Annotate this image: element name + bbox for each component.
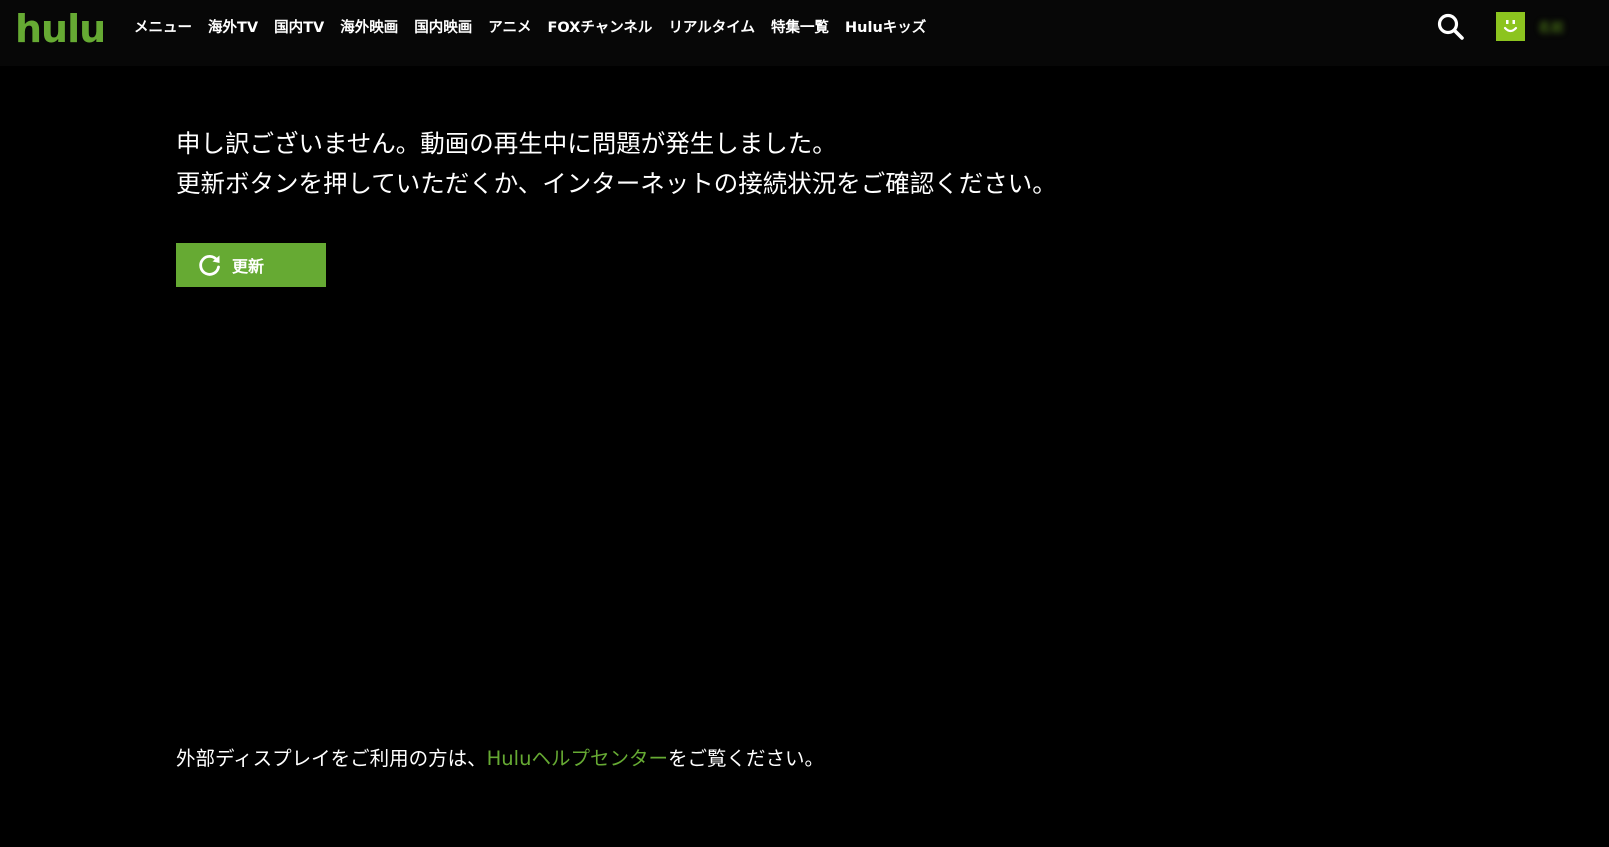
nav-item-features[interactable]: 特集一覧 — [771, 16, 829, 37]
main-nav: メニュー 海外TV 国内TV 海外映画 国内映画 アニメ FOXチャンネル リア… — [134, 0, 942, 52]
nav-item-menu[interactable]: メニュー — [134, 16, 192, 37]
nav-item-anime[interactable]: アニメ — [488, 16, 531, 37]
refresh-button-label: 更新 — [232, 257, 265, 276]
nav-item-hulu-kids[interactable]: Huluキッズ — [845, 16, 926, 37]
external-display-note: 外部ディスプレイをご利用の方は、Huluヘルプセンターをご覧ください。 — [176, 742, 824, 771]
top-header: hulu メニュー 海外TV 国内TV 海外映画 国内映画 アニメ FOXチャン… — [0, 0, 1609, 66]
search-icon[interactable] — [1436, 12, 1466, 42]
smiley-face-icon[interactable] — [1496, 12, 1525, 41]
error-message-line1: 申し訳ございません。動画の再生中に問題が発生しました。 — [176, 129, 837, 158]
error-message: 申し訳ございません。動画の再生中に問題が発生しました。 更新ボタンを押していただ… — [176, 124, 1057, 204]
nav-item-domestic-tv[interactable]: 国内TV — [274, 16, 324, 37]
hulu-logo[interactable]: hulu — [15, 6, 106, 52]
refresh-button[interactable]: 更新 — [176, 243, 326, 287]
username[interactable]: 名前 — [1538, 17, 1564, 36]
nav-item-overseas-movies[interactable]: 海外映画 — [340, 16, 398, 37]
note-text-before: 外部ディスプレイをご利用の方は、 — [176, 747, 487, 770]
refresh-icon — [199, 255, 220, 276]
nav-item-realtime[interactable]: リアルタイム — [668, 16, 755, 37]
nav-item-fox-channel[interactable]: FOXチャンネル — [547, 16, 652, 37]
nav-item-overseas-tv[interactable]: 海外TV — [208, 16, 258, 37]
help-center-link[interactable]: Huluヘルプセンター — [487, 747, 668, 770]
error-message-line2: 更新ボタンを押していただくか、インターネットの接続状況をご確認ください。 — [176, 169, 1057, 198]
note-text-after: をご覧ください。 — [667, 747, 824, 770]
nav-item-domestic-movies[interactable]: 国内映画 — [414, 16, 472, 37]
